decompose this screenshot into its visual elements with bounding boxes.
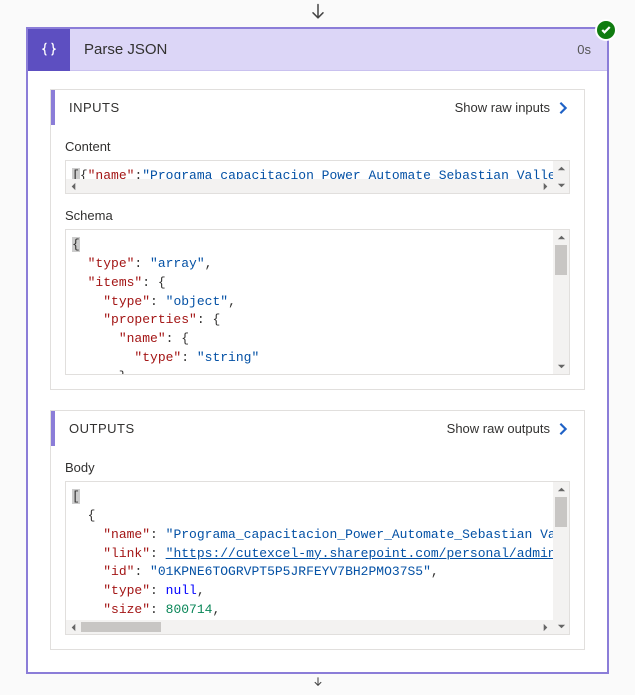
body-scrollbar-h[interactable] bbox=[66, 620, 553, 634]
schema-code-box[interactable]: { "type": "array", "items": { "type": "o… bbox=[65, 229, 570, 375]
status-success-icon bbox=[595, 19, 617, 41]
step-card: Parse JSON 0s INPUTS Show raw inputs Con… bbox=[26, 27, 609, 674]
show-raw-outputs-label: Show raw outputs bbox=[447, 421, 550, 436]
schema-label: Schema bbox=[65, 208, 584, 223]
outputs-panel-title: OUTPUTS bbox=[69, 421, 135, 436]
body-label: Body bbox=[65, 460, 584, 475]
inputs-panel: INPUTS Show raw inputs Content [{"name":… bbox=[50, 89, 585, 390]
flow-arrow-bottom bbox=[0, 676, 635, 693]
show-raw-outputs-link[interactable]: Show raw outputs bbox=[447, 421, 570, 436]
step-title: Parse JSON bbox=[70, 41, 561, 58]
content-scrollbar-h[interactable] bbox=[66, 179, 553, 193]
parse-json-icon bbox=[28, 29, 70, 71]
step-body: INPUTS Show raw inputs Content [{"name":… bbox=[28, 71, 607, 672]
body-code-box[interactable]: [ { "name": "Programa_capacitacion_Power… bbox=[65, 481, 570, 635]
schema-scrollbar-v[interactable] bbox=[553, 230, 569, 374]
step-header[interactable]: Parse JSON 0s bbox=[28, 29, 607, 71]
content-scrollbar-v[interactable] bbox=[553, 161, 569, 193]
inputs-panel-header: INPUTS Show raw inputs bbox=[51, 90, 584, 125]
show-raw-inputs-label: Show raw inputs bbox=[455, 100, 550, 115]
outputs-panel-header: OUTPUTS Show raw outputs bbox=[51, 411, 584, 446]
content-label: Content bbox=[65, 139, 584, 154]
chevron-right-icon bbox=[556, 422, 570, 436]
outputs-panel: OUTPUTS Show raw outputs Body [ { "name"… bbox=[50, 410, 585, 650]
inputs-panel-title: INPUTS bbox=[69, 100, 120, 115]
content-code-box[interactable]: [{"name":"Programa_capacitacion_Power_Au… bbox=[65, 160, 570, 194]
step-duration: 0s bbox=[561, 42, 607, 57]
chevron-right-icon bbox=[556, 101, 570, 115]
show-raw-inputs-link[interactable]: Show raw inputs bbox=[455, 100, 570, 115]
body-scrollbar-v[interactable] bbox=[553, 482, 569, 634]
flow-arrow-top bbox=[0, 0, 635, 27]
